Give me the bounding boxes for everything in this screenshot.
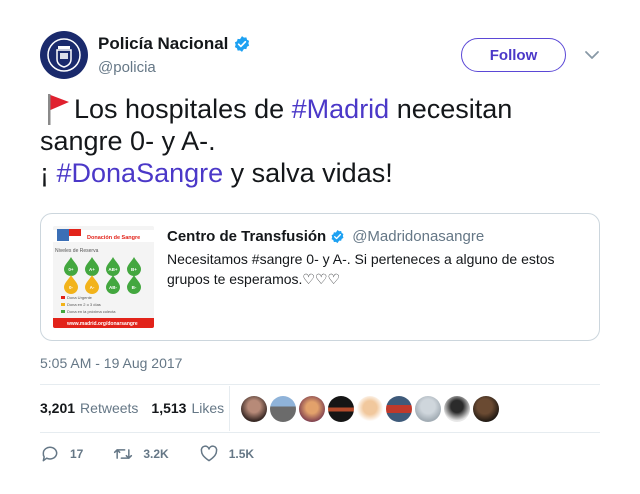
quoted-author-handle[interactable]: @Madridonasangre <box>352 228 484 245</box>
chevron-down-icon[interactable] <box>584 48 600 62</box>
blood-type-label: AB- <box>109 285 117 290</box>
liker-avatar[interactable] <box>357 396 383 422</box>
author-avatar[interactable] <box>40 31 88 79</box>
liker-avatar[interactable] <box>241 396 267 422</box>
quoted-tweet-text: Necesitamos #sangre 0- y A-. Si pertenec… <box>167 251 555 287</box>
svg-text:Dona en 2 o 3 días: Dona en 2 o 3 días <box>67 302 101 307</box>
verified-badge-icon <box>235 36 250 52</box>
blood-type-label: B+ <box>131 267 137 272</box>
blood-type-label: AB+ <box>108 267 117 272</box>
likes-count[interactable]: 1,513 <box>151 400 186 416</box>
infographic-subtitle: Niveles de Reserva <box>55 248 99 254</box>
blood-type-label: 0+ <box>68 267 74 272</box>
liker-avatars <box>241 396 499 422</box>
tweet-stats: 3,201 Retweets 1,513 Likes <box>40 400 232 416</box>
liker-avatar[interactable] <box>299 396 325 422</box>
tweet-line-1: Los hospitales de #Madrid necesitan <box>40 93 600 125</box>
likes-label[interactable]: Likes <box>191 400 224 416</box>
retweet-count: 3.2K <box>143 447 169 461</box>
quoted-tweet-image[interactable]: Donación de Sangre Niveles de Reserva 0+… <box>53 226 154 328</box>
liker-avatar[interactable] <box>473 396 499 422</box>
like-button[interactable]: 1.5K <box>199 444 254 464</box>
hashtag-madrid[interactable]: #Madrid <box>292 94 390 124</box>
reply-count: 17 <box>70 447 84 461</box>
red-flag-icon <box>48 94 69 125</box>
infographic-footer: www.madrid.org/donarsangre <box>66 321 138 327</box>
liker-avatar[interactable] <box>328 396 354 422</box>
author-handle[interactable]: @policia <box>98 59 156 76</box>
police-emblem-icon <box>47 38 81 72</box>
reply-button[interactable]: 17 <box>40 444 83 464</box>
retweet-button[interactable]: 3.2K <box>113 444 169 464</box>
hashtag-donasangre[interactable]: #DonaSangre <box>57 158 224 188</box>
tweet-actions: 17 3.2K 1.5K <box>40 444 284 464</box>
divider <box>40 432 600 433</box>
retweets-label[interactable]: Retweets <box>80 400 138 416</box>
tweet-timestamp[interactable]: 5:05 AM - 19 Aug 2017 <box>40 355 182 371</box>
liker-avatar[interactable] <box>270 396 296 422</box>
liker-avatar[interactable] <box>444 396 470 422</box>
liker-avatar[interactable] <box>386 396 412 422</box>
stats-divider <box>229 386 230 431</box>
divider <box>40 384 600 385</box>
author-name[interactable]: Policía Nacional <box>98 34 228 54</box>
quoted-author-row[interactable]: Centro de Transfusión @Madridonasangre <box>167 228 484 245</box>
follow-button[interactable]: Follow <box>461 38 566 72</box>
like-count: 1.5K <box>228 447 255 461</box>
author-name-row[interactable]: Policía Nacional <box>98 34 251 54</box>
tweet-line-2: sangre 0- y A-. <box>40 126 216 156</box>
blood-type-label: A+ <box>89 267 95 272</box>
retweets-count[interactable]: 3,201 <box>40 400 75 416</box>
blood-type-label: B- <box>132 285 137 290</box>
blood-type-label: A- <box>90 285 95 290</box>
heart-icon <box>200 445 218 462</box>
svg-text:Dona en la próxima colecta: Dona en la próxima colecta <box>67 309 116 314</box>
infographic-header: Donación de Sangre <box>87 235 140 241</box>
svg-text:Dona Urgente: Dona Urgente <box>67 295 93 300</box>
verified-badge-icon <box>331 229 344 244</box>
blood-type-label: 0- <box>69 285 74 290</box>
tweet-text: Los hospitales de #Madrid necesitan sang… <box>40 93 600 189</box>
retweet-icon <box>114 449 133 459</box>
tweet-line-3: ¡ #DonaSangre y salva vidas! <box>40 158 393 188</box>
blood-donation-infographic: Donación de Sangre Niveles de Reserva 0+… <box>53 226 154 328</box>
reply-icon <box>42 446 58 462</box>
quoted-author-name[interactable]: Centro de Transfusión <box>167 228 326 245</box>
liker-avatar[interactable] <box>415 396 441 422</box>
